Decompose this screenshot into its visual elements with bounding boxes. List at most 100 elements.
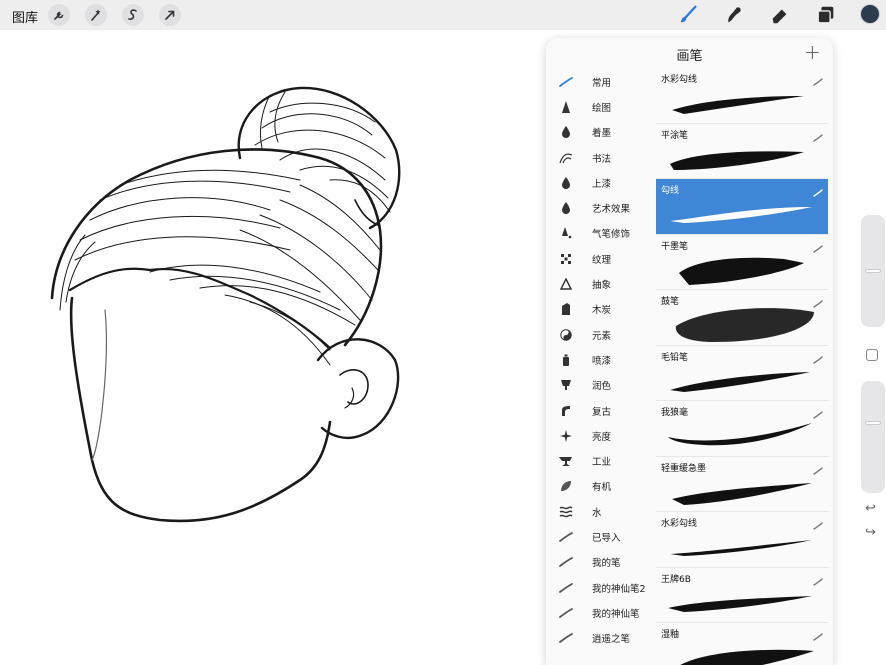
charcoal-icon	[554, 303, 578, 316]
brush-set-label: 元素	[592, 330, 612, 342]
paint-drop-icon	[554, 176, 578, 189]
brush-set-item[interactable]: 艺术效果	[554, 195, 654, 220]
brush-set-item[interactable]: 我的神仙笔	[554, 600, 654, 625]
plus-icon[interactable]: +	[804, 40, 821, 64]
brush-item[interactable]: 水彩勾线	[656, 68, 828, 124]
airbrush-icon	[554, 227, 578, 239]
brush-set-item[interactable]: 润色	[554, 373, 654, 398]
brush-item-selected[interactable]: 勾线	[656, 179, 828, 235]
brush-set-label: 工业	[592, 457, 612, 469]
selection-s-icon[interactable]	[122, 4, 144, 26]
brush-item[interactable]: 轻重缓急墨	[656, 457, 828, 512]
brush-set-label: 绘图	[592, 102, 612, 114]
brush-set-label: 我的神仙笔2	[592, 583, 646, 595]
cone-icon	[554, 100, 578, 113]
waves-icon	[554, 506, 578, 518]
adjustments-magic-wand-icon[interactable]	[85, 4, 107, 26]
actions-wrench-icon[interactable]	[48, 4, 70, 26]
spray-can-icon	[554, 354, 578, 366]
brush-set-label: 有机	[592, 482, 612, 494]
modify-button[interactable]	[866, 349, 878, 361]
retro-icon	[554, 405, 578, 417]
brush-stroke-preview	[670, 540, 812, 556]
stroke-icon	[554, 607, 578, 618]
sparkle-icon	[554, 429, 578, 442]
brush-stroke-preview	[679, 257, 804, 285]
paint-brush-icon[interactable]	[676, 3, 700, 27]
brush-stroke-preview	[668, 423, 812, 446]
brush-item[interactable]: 鼓笔	[656, 290, 828, 346]
brush-stroke-preview	[680, 649, 814, 665]
hairline	[50, 148, 383, 347]
top-toolbar: 图库	[0, 0, 886, 30]
opacity-knob[interactable]	[865, 421, 881, 425]
brush-set-label: 气笔修饰	[592, 229, 631, 241]
undo-icon[interactable]: ↩	[865, 501, 876, 516]
brush-set-label: 书法	[592, 153, 612, 165]
redo-icon[interactable]: ↪	[865, 525, 876, 540]
brush-set-item[interactable]: 我的笔	[554, 550, 654, 575]
brush-set-item[interactable]: 上漆	[554, 170, 654, 195]
brush-set-item[interactable]: 我的神仙笔2	[554, 575, 654, 600]
eraser-icon[interactable]	[768, 3, 792, 27]
brush-item[interactable]: 平涂笔	[656, 124, 828, 179]
brush-item[interactable]: 王牌6B	[656, 568, 828, 623]
brush-item[interactable]: 湿釉	[656, 623, 828, 665]
brush-set-item[interactable]: 已导入	[554, 524, 654, 549]
brush-set-label: 常用	[592, 77, 612, 89]
brush-set-label: 已导入	[592, 532, 621, 544]
smudge-icon[interactable]	[722, 3, 746, 27]
brush-stroke-preview	[672, 96, 804, 114]
stroke-icon	[554, 76, 578, 87]
brush-set-label: 亮度	[592, 431, 612, 443]
brush-stroke-preview	[668, 595, 812, 612]
opacity-slider[interactable]	[861, 381, 885, 493]
brush-set-item[interactable]: 工业	[554, 448, 654, 473]
side-slider-rail: ↩ ↪	[861, 215, 885, 545]
brush-set-item[interactable]: 木炭	[554, 297, 654, 322]
brush-set-item[interactable]: 书法	[554, 145, 654, 170]
brush-set-label: 水	[592, 507, 602, 519]
brush-set-label: 上漆	[592, 178, 612, 190]
brush-size-knob[interactable]	[865, 269, 881, 273]
brush-list: 水彩勾线 平涂笔 勾线 干墨笔 鼓笔 毛铅笔 我狼毫 轻重缓急墨 水彩勾线 王牌6B 湿釉	[656, 68, 828, 665]
brush-set-item[interactable]: 元素	[554, 322, 654, 347]
brush-set-label: 逍遥之笔	[592, 634, 631, 646]
brush-set-item[interactable]: 亮度	[554, 423, 654, 448]
brush-set-label: 着墨	[592, 128, 612, 140]
brush-set-item[interactable]: 抽象	[554, 271, 654, 296]
brush-set-item[interactable]: 水	[554, 499, 654, 524]
brush-stroke-preview	[675, 308, 814, 342]
brush-stroke-preview	[670, 150, 804, 170]
stroke-icon	[554, 633, 578, 644]
brush-set-item[interactable]: 有机	[554, 474, 654, 499]
brush-item[interactable]: 干墨笔	[656, 235, 828, 290]
stroke-icon	[554, 557, 578, 568]
brush-set-item[interactable]: 气笔修饰	[554, 221, 654, 246]
yin-yang-icon	[554, 328, 578, 341]
brush-set-item[interactable]: 复古	[554, 398, 654, 423]
brush-set-item[interactable]: 绘图	[554, 94, 654, 119]
brush-set-label: 润色	[592, 381, 612, 393]
brush-size-slider[interactable]	[861, 215, 885, 327]
calligraphy-icon	[554, 152, 578, 164]
art-drop-icon	[554, 202, 578, 215]
brush-item[interactable]: 水彩勾线	[656, 512, 828, 568]
transform-arrow-icon[interactable]	[159, 4, 181, 26]
brush-set-item[interactable]: 常用	[554, 69, 654, 94]
gallery-button[interactable]: 图库	[12, 7, 38, 26]
panel-title: 画笔	[676, 49, 703, 64]
brush-set-label: 复古	[592, 406, 612, 418]
brush-set-item[interactable]: 着墨	[554, 120, 654, 145]
layers-icon[interactable]	[814, 3, 838, 27]
brush-stroke-preview	[670, 207, 812, 223]
texture-icon	[554, 253, 578, 265]
brush-item[interactable]: 毛铅笔	[656, 346, 828, 401]
color-picker-button[interactable]	[860, 4, 880, 24]
brush-set-label: 艺术效果	[592, 204, 631, 216]
brush-set-item[interactable]: 纹理	[554, 246, 654, 271]
brush-set-item[interactable]: 逍遥之笔	[554, 626, 654, 651]
brush-set-item[interactable]: 喷漆	[554, 347, 654, 372]
brush-set-label: 抽象	[592, 280, 612, 292]
brush-item[interactable]: 我狼毫	[656, 401, 828, 457]
